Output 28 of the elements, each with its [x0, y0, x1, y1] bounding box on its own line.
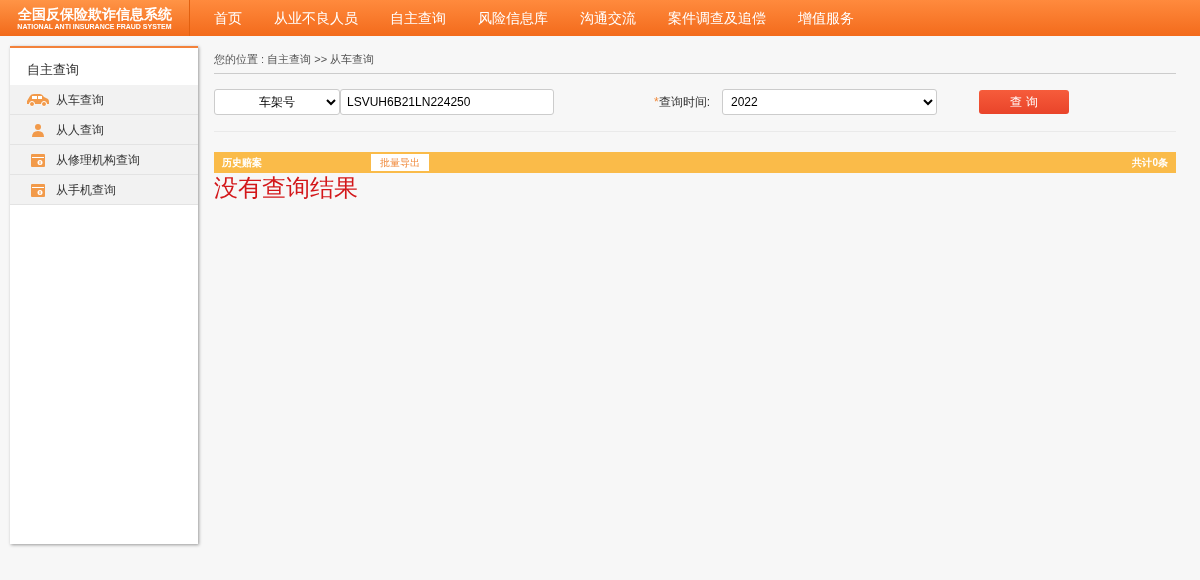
- sidebar-title: 自主查询: [26, 61, 80, 79]
- sidebar-item[interactable]: 从修理机构查询: [10, 145, 198, 175]
- vin-input[interactable]: LSVUH6B21LN224250: [340, 89, 554, 115]
- person-icon: [31, 122, 45, 137]
- nav-link[interactable]: 风险信息库: [462, 0, 564, 36]
- nav-link[interactable]: 从业不良人员: [258, 0, 374, 36]
- nav-link[interactable]: 首页: [198, 0, 258, 36]
- export-button[interactable]: 批量导出: [371, 153, 429, 171]
- nav-link[interactable]: 案件调查及追偿: [652, 0, 782, 36]
- nav-link[interactable]: 增值服务: [782, 0, 870, 36]
- sidebar-item[interactable]: 从车查询: [10, 85, 198, 115]
- sidebar-item[interactable]: 从人查询: [10, 115, 198, 145]
- sidebar-item[interactable]: 从手机查询: [10, 175, 198, 205]
- logo-title: 全国反保险欺诈信息系统: [17, 5, 172, 22]
- results-title: 历史赔案: [222, 155, 262, 170]
- folder-icon: [31, 182, 45, 197]
- id-type-select[interactable]: 车架号: [214, 89, 340, 115]
- year-select[interactable]: 2022: [722, 89, 937, 115]
- nav-link[interactable]: 沟通交流: [564, 0, 652, 36]
- result-count: 共计0条: [1132, 155, 1168, 170]
- required-mark: *: [654, 94, 659, 111]
- nav-link[interactable]: 自主查询: [374, 0, 462, 36]
- query-button[interactable]: 查 询: [979, 90, 1069, 114]
- time-label: 查询时间:: [658, 94, 710, 111]
- empty-message: 没有查询结果: [214, 172, 359, 203]
- car-icon: [26, 92, 50, 107]
- breadcrumb-text: 您的位置 : 自主查询 >> 从车查询: [214, 46, 1176, 74]
- folder-icon: [31, 152, 45, 167]
